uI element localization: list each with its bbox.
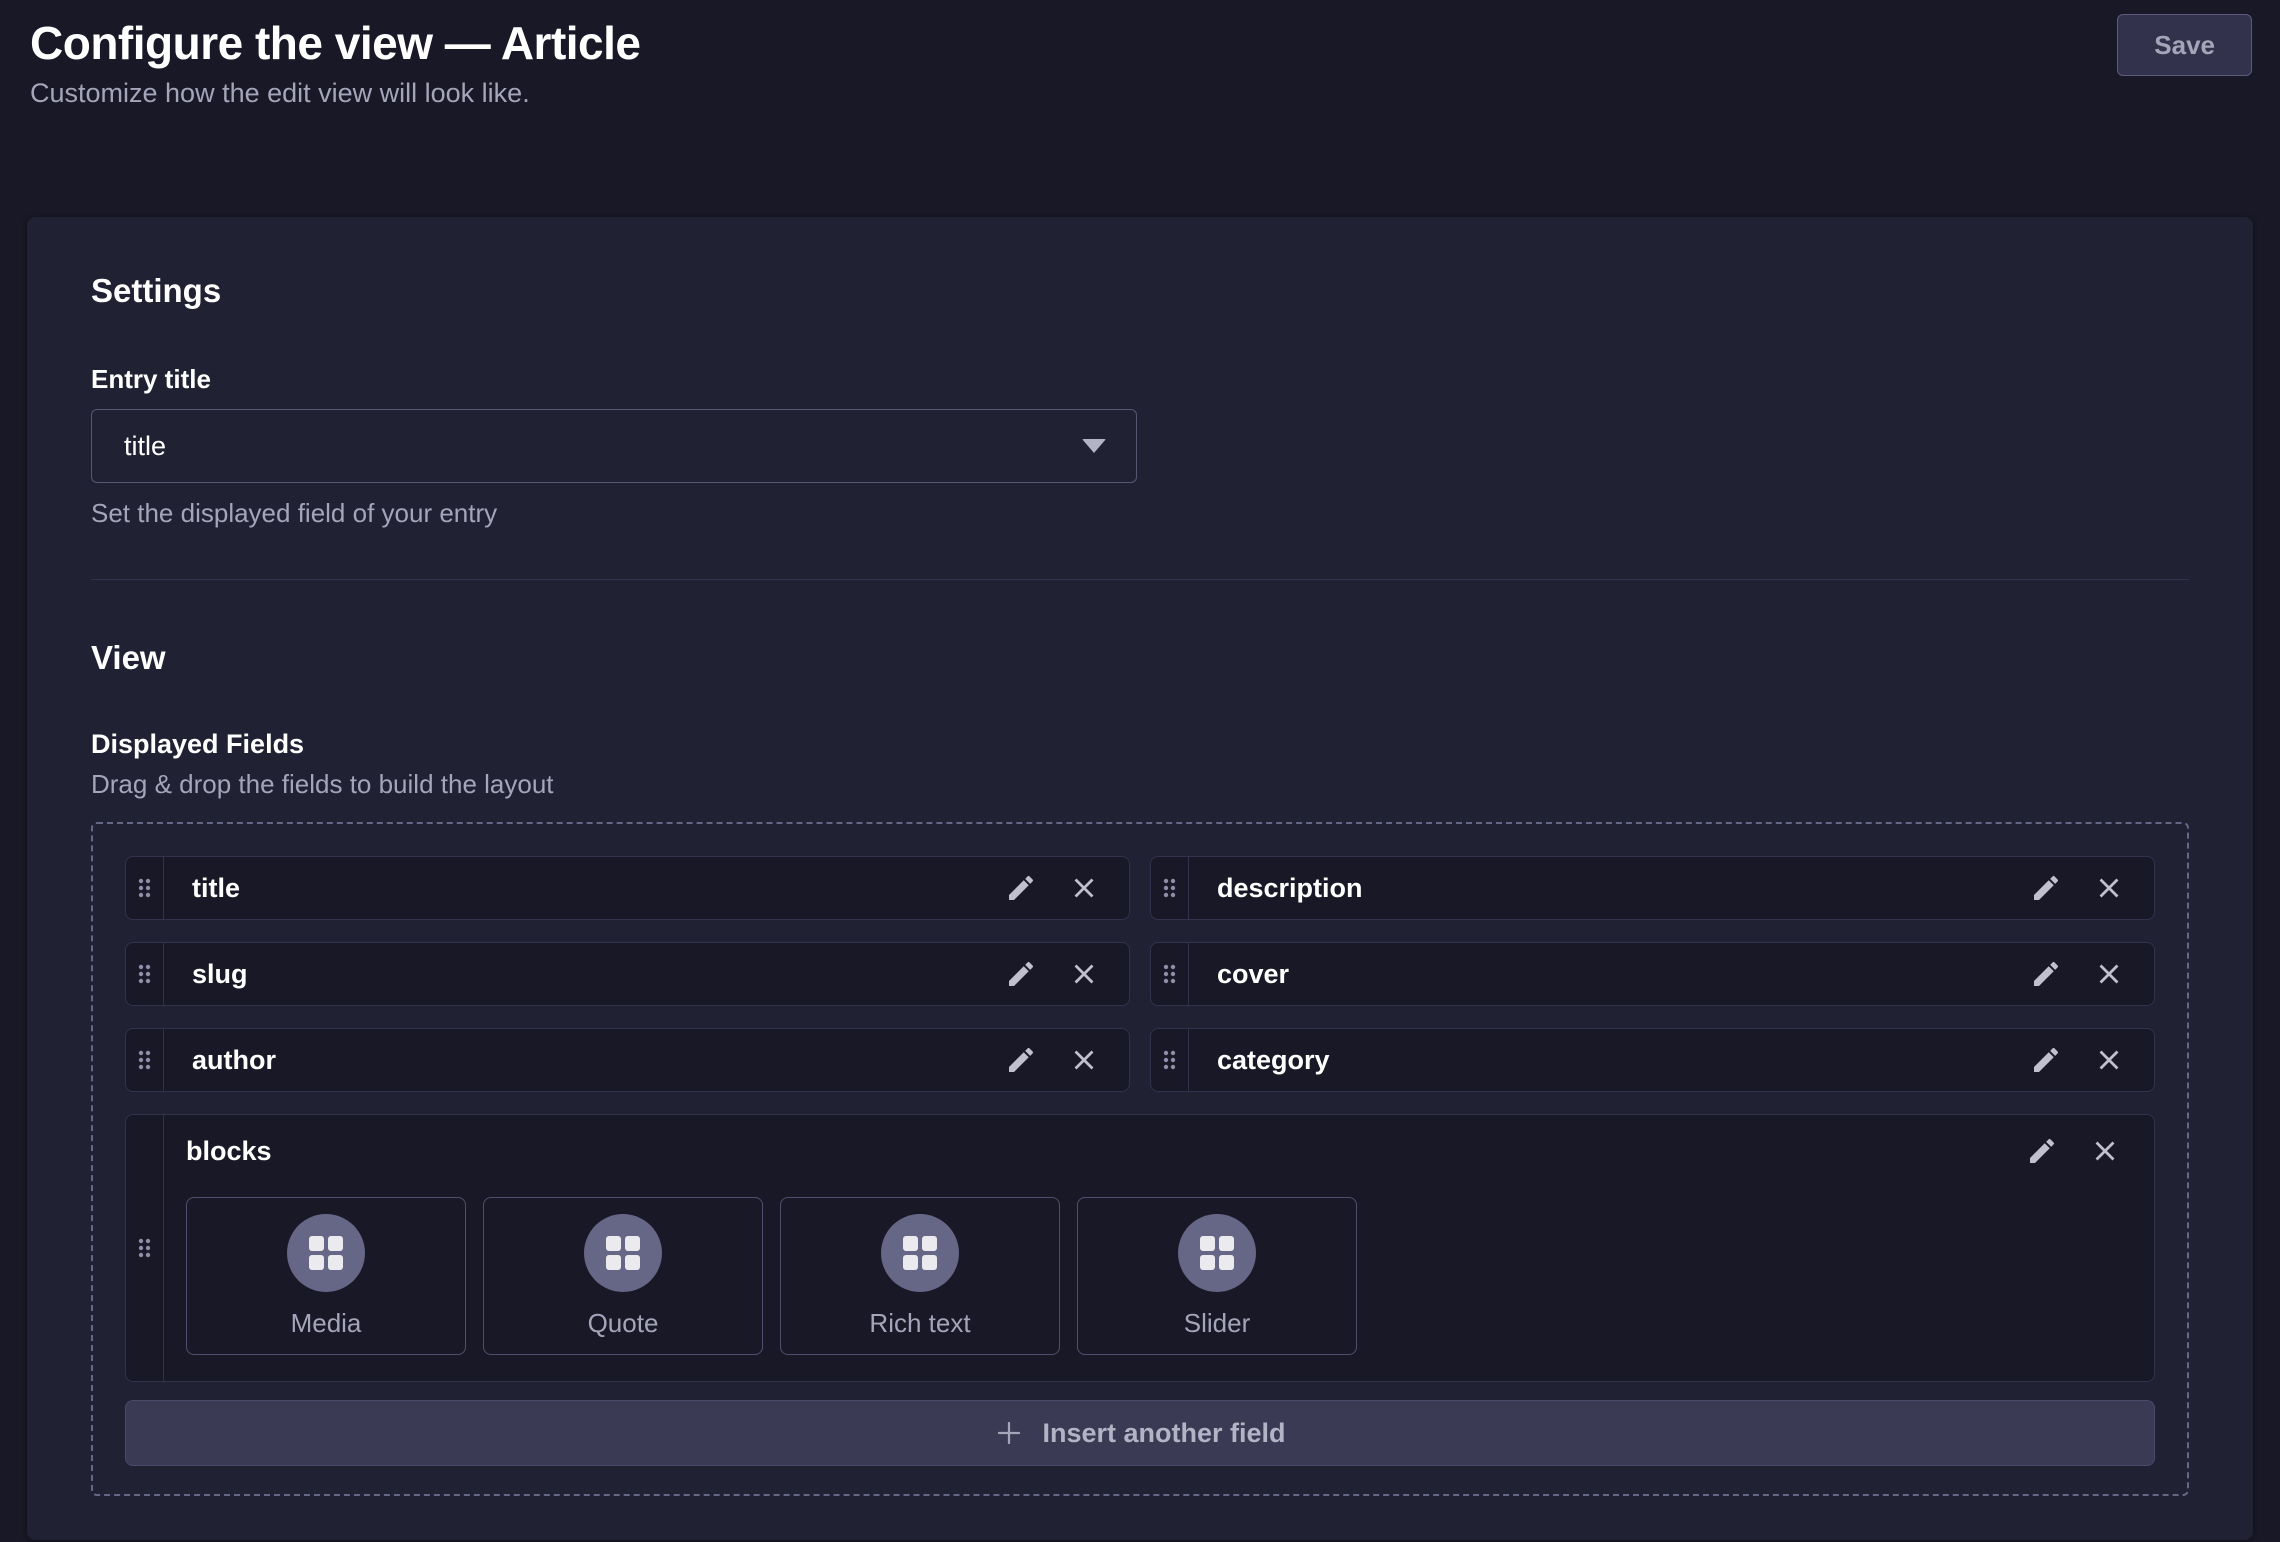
- field-row: title description: [125, 856, 2155, 920]
- pencil-icon: [2026, 1135, 2058, 1167]
- field-pill-title: title: [125, 856, 1130, 920]
- remove-field-button[interactable]: [1069, 959, 1099, 989]
- field-row: author category: [125, 1028, 2155, 1092]
- component-card-quote[interactable]: Quote: [483, 1197, 763, 1355]
- insert-field-button[interactable]: Insert another field: [125, 1400, 2155, 1466]
- drag-handle-icon: [1162, 1049, 1177, 1071]
- pencil-icon: [1005, 958, 1037, 990]
- field-pill-label: cover: [1189, 943, 2030, 1005]
- remove-field-button[interactable]: [2090, 1136, 2120, 1166]
- field-pill-category: category: [1150, 1028, 2155, 1092]
- entry-title-select-value: title: [124, 431, 166, 462]
- entry-title-label: Entry title: [91, 363, 2189, 396]
- edit-field-button[interactable]: [2030, 1044, 2062, 1076]
- fields-dropzone: title description slug: [91, 822, 2189, 1496]
- field-pill-label: blocks: [186, 1136, 272, 1167]
- component-card-label: Quote: [588, 1308, 659, 1339]
- grid-icon: [309, 1236, 343, 1270]
- remove-field-button[interactable]: [2094, 959, 2124, 989]
- caret-down-icon: [1082, 439, 1106, 453]
- component-card-label: Media: [291, 1308, 362, 1339]
- drag-handle[interactable]: [126, 943, 164, 1005]
- drag-handle[interactable]: [126, 1029, 164, 1091]
- save-button[interactable]: Save: [2117, 14, 2252, 76]
- view-heading: View: [91, 638, 2189, 678]
- field-pill-cover: cover: [1150, 942, 2155, 1006]
- grid-icon: [1200, 1236, 1234, 1270]
- cross-icon: [1069, 873, 1099, 903]
- section-divider: [91, 579, 2189, 580]
- field-pill-label: slug: [164, 943, 1005, 1005]
- edit-field-button[interactable]: [2030, 872, 2062, 904]
- pencil-icon: [1005, 872, 1037, 904]
- grid-icon: [606, 1236, 640, 1270]
- field-row: slug cover: [125, 942, 2155, 1006]
- pencil-icon: [2030, 872, 2062, 904]
- field-pill-label: description: [1189, 857, 2030, 919]
- field-pill-label: author: [164, 1029, 1005, 1091]
- settings-heading: Settings: [91, 271, 2189, 311]
- configuration-card: Settings Entry title title Set the displ…: [27, 217, 2253, 1540]
- drag-handle-icon: [137, 963, 152, 985]
- component-card-media[interactable]: Media: [186, 1197, 466, 1355]
- drag-handle[interactable]: [1151, 857, 1189, 919]
- remove-field-button[interactable]: [2094, 1045, 2124, 1075]
- edit-field-button[interactable]: [2026, 1135, 2058, 1167]
- cross-icon: [1069, 1045, 1099, 1075]
- entry-title-hint: Set the displayed field of your entry: [91, 497, 2189, 531]
- drag-handle[interactable]: [126, 857, 164, 919]
- cross-icon: [1069, 959, 1099, 989]
- field-pill-blocks: blocks Media Quote: [125, 1114, 2155, 1382]
- entry-title-select[interactable]: title: [91, 409, 1137, 483]
- pencil-icon: [1005, 1044, 1037, 1076]
- remove-field-button[interactable]: [2094, 873, 2124, 903]
- field-pill-label: title: [164, 857, 1005, 919]
- component-circle: [1178, 1214, 1256, 1292]
- field-pill-label: category: [1189, 1029, 2030, 1091]
- cross-icon: [2094, 959, 2124, 989]
- remove-field-button[interactable]: [1069, 873, 1099, 903]
- plus-icon: [994, 1418, 1024, 1448]
- page-subtitle: Customize how the edit view will look li…: [30, 76, 2252, 111]
- drag-handle-icon: [137, 877, 152, 899]
- edit-field-button[interactable]: [2030, 958, 2062, 990]
- component-card-label: Slider: [1184, 1308, 1250, 1339]
- drag-handle-icon: [137, 1049, 152, 1071]
- field-pill-author: author: [125, 1028, 1130, 1092]
- field-pill-slug: slug: [125, 942, 1130, 1006]
- remove-field-button[interactable]: [1069, 1045, 1099, 1075]
- drag-handle[interactable]: [1151, 1029, 1189, 1091]
- grid-icon: [903, 1236, 937, 1270]
- drag-handle[interactable]: [1151, 943, 1189, 1005]
- displayed-fields-hint: Drag & drop the fields to build the layo…: [91, 768, 2189, 801]
- pencil-icon: [2030, 958, 2062, 990]
- cross-icon: [2094, 1045, 2124, 1075]
- page-title: Configure the view — Article: [30, 16, 2252, 70]
- insert-field-button-label: Insert another field: [1042, 1418, 1285, 1449]
- component-card-slider[interactable]: Slider: [1077, 1197, 1357, 1355]
- cross-icon: [2094, 873, 2124, 903]
- displayed-fields-label: Displayed Fields: [91, 728, 2189, 762]
- drag-handle-icon: [137, 1237, 152, 1259]
- component-card-rich-text[interactable]: Rich text: [780, 1197, 1060, 1355]
- field-pill-description: description: [1150, 856, 2155, 920]
- cross-icon: [2090, 1136, 2120, 1166]
- component-circle: [287, 1214, 365, 1292]
- edit-field-button[interactable]: [1005, 1044, 1037, 1076]
- drag-handle[interactable]: [126, 1115, 164, 1381]
- page-header: Configure the view — Article Customize h…: [0, 0, 2280, 111]
- drag-handle-icon: [1162, 877, 1177, 899]
- component-card-label: Rich text: [869, 1308, 970, 1339]
- edit-field-button[interactable]: [1005, 872, 1037, 904]
- drag-handle-icon: [1162, 963, 1177, 985]
- edit-field-button[interactable]: [1005, 958, 1037, 990]
- component-circle: [584, 1214, 662, 1292]
- pencil-icon: [2030, 1044, 2062, 1076]
- component-circle: [881, 1214, 959, 1292]
